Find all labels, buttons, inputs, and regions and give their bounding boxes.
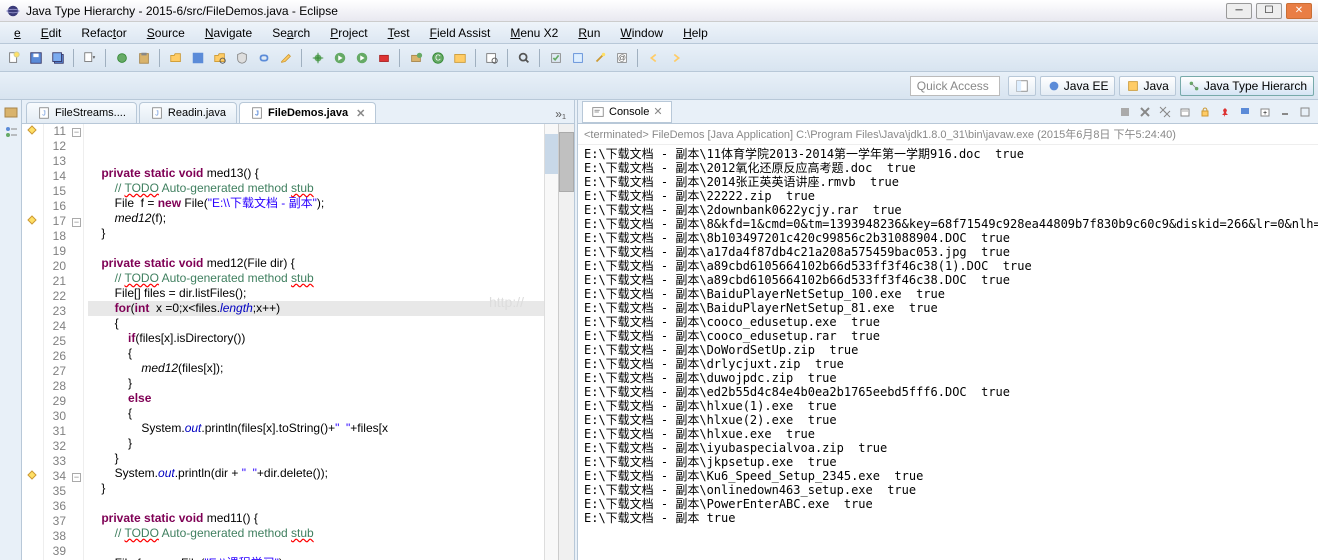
editor-tab-filedemos-java[interactable]: JFileDemos.java✕ [239,102,376,123]
console-clear-button[interactable] [1176,103,1194,121]
annotation-button[interactable]: @ [612,48,632,68]
console-tabbar: Console ✕ + [578,100,1318,124]
package-explorer-icon[interactable] [3,104,19,120]
overview-ruler[interactable] [544,124,558,560]
perspective-java[interactable]: Java [1119,76,1175,96]
forward-button[interactable] [666,48,686,68]
menu-edit[interactable]: Edit [31,24,72,42]
console-icon [591,105,605,119]
menu-project[interactable]: Project [320,24,377,42]
console-remove-all-button[interactable] [1156,103,1174,121]
editor-scrollbar[interactable] [558,124,574,560]
maximize-button[interactable]: ☐ [1256,3,1282,19]
new-class-button[interactable]: C [428,48,448,68]
console-output[interactable]: E:\下载文档 - 副本\11体育学院2013-2014第一学年第一学期916.… [578,145,1318,560]
external-tools-button[interactable] [374,48,394,68]
shield-button[interactable] [232,48,252,68]
svg-text:J: J [255,111,259,118]
left-trim-bar [0,100,22,560]
run-last-button[interactable] [352,48,372,68]
console-display-button[interactable] [1236,103,1254,121]
open-type-button[interactable] [482,48,502,68]
green-circle-button[interactable] [112,48,132,68]
window-titlebar: Java Type Hierarchy - 2015-6/src/FileDem… [0,0,1318,22]
save-disk-button[interactable] [188,48,208,68]
svg-text:J: J [42,111,46,118]
toggle-block-button[interactable] [568,48,588,68]
svg-text:J: J [155,111,159,118]
save-all-button[interactable] [48,48,68,68]
console-tab[interactable]: Console ✕ [582,101,672,123]
java-file-icon: J [150,106,164,120]
svg-text:+: + [1263,110,1267,117]
toggle-mark-button[interactable] [546,48,566,68]
console-pin-button[interactable] [1216,103,1234,121]
console-remove-button[interactable] [1136,103,1154,121]
minimize-button[interactable]: ─ [1226,3,1252,19]
console-terminate-button[interactable] [1116,103,1134,121]
perspective-bar: Quick Access Java EE Java Java Type Hier… [0,72,1318,100]
editor-tabs: JFileStreams....JReadin.javaJFileDemos.j… [22,100,574,124]
menu-menu-x2[interactable]: Menu X2 [500,24,568,42]
new-dropdown-button[interactable] [80,48,100,68]
annotation-ruler[interactable] [22,124,44,560]
code-area[interactable]: http:// private static void med13() { //… [84,124,544,560]
console-tab-label: Console [609,106,649,118]
quick-access-input[interactable]: Quick Access [910,76,1000,96]
run-button[interactable] [330,48,350,68]
folder-search-button[interactable] [210,48,230,68]
menu-refactor[interactable]: Refactor [71,24,136,42]
java-file-icon: J [250,106,264,120]
svg-text:@: @ [618,53,626,62]
perspective-java-ee[interactable]: Java EE [1040,76,1116,96]
tab-overflow-button[interactable]: »₁ [547,105,574,123]
wand-button[interactable] [590,48,610,68]
pencil-button[interactable] [276,48,296,68]
new-package-button[interactable] [406,48,426,68]
menu-window[interactable]: Window [610,24,673,42]
menu-search[interactable]: Search [262,24,320,42]
paste-button[interactable] [134,48,154,68]
code-editor[interactable]: 1112131415161718192021222324252627282930… [22,124,574,560]
back-button[interactable] [644,48,664,68]
line-number-ruler: 1112131415161718192021222324252627282930… [44,124,72,560]
menu-navigate[interactable]: Navigate [195,24,262,42]
console-minimize-button[interactable] [1276,103,1294,121]
link-button[interactable] [254,48,274,68]
window-title: Java Type Hierarchy - 2015-6/src/FileDem… [26,4,1226,18]
svg-text:C: C [435,53,441,62]
menubar: eEditRefactorSourceNavigateSearchProject… [0,22,1318,44]
menu-source[interactable]: Source [137,24,195,42]
menu-run[interactable]: Run [568,24,610,42]
editor-tab-readin-java[interactable]: JReadin.java [139,102,237,123]
editor-pane: JFileStreams....JReadin.javaJFileDemos.j… [22,100,574,560]
console-open-button[interactable]: + [1256,103,1274,121]
save-button[interactable] [26,48,46,68]
java-file-icon: J [37,106,51,120]
menu-field-assist[interactable]: Field Assist [420,24,501,42]
tab-close-icon[interactable]: ✕ [356,107,365,120]
editor-tab-filestreams-[interactable]: JFileStreams.... [26,102,137,123]
eclipse-icon [6,4,20,18]
perspective-java-type-hierarchy[interactable]: Java Type Hierarch [1180,76,1314,96]
console-pane: Console ✕ + <terminated> FileDemos [Java… [578,100,1318,560]
main-toolbar: C @ [0,44,1318,72]
close-button[interactable]: ✕ [1286,3,1312,19]
tab-close-icon[interactable]: ✕ [653,105,662,118]
console-maximize-button[interactable] [1296,103,1314,121]
new-button[interactable] [4,48,24,68]
new-project-button[interactable] [450,48,470,68]
search-button[interactable] [514,48,534,68]
folding-ruler[interactable]: −−− [72,124,84,560]
menu-e[interactable]: e [4,24,31,42]
open-perspective-button[interactable] [1008,76,1036,96]
debug-button[interactable] [308,48,328,68]
console-scroll-lock-button[interactable] [1196,103,1214,121]
open-folder-button[interactable] [166,48,186,68]
menu-test[interactable]: Test [378,24,420,42]
console-header: <terminated> FileDemos [Java Application… [578,124,1318,145]
menu-help[interactable]: Help [673,24,718,42]
outline-icon[interactable] [3,124,19,140]
